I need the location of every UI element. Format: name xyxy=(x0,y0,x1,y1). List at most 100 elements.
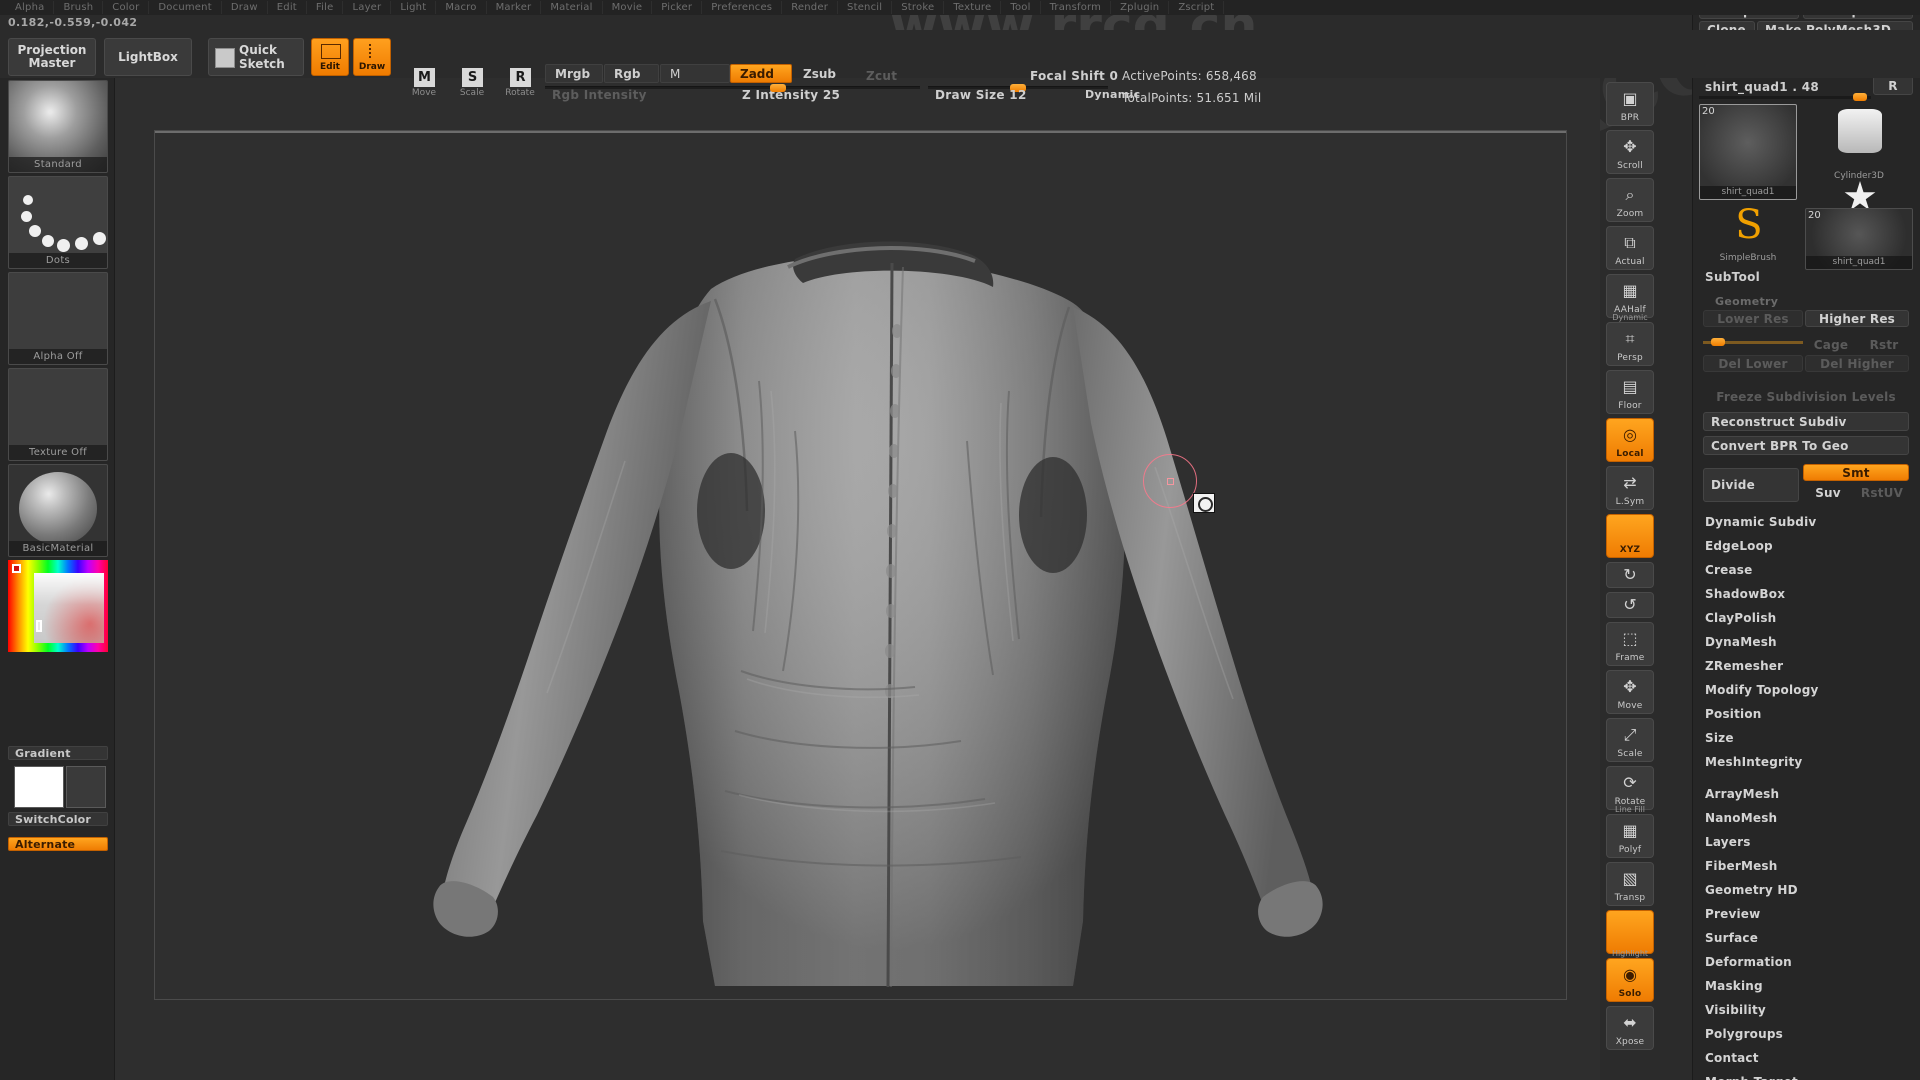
tool-thumb-cylinder3d[interactable]: Cylinder3D xyxy=(1805,104,1913,184)
del-higher-button[interactable]: Del Higher xyxy=(1805,355,1909,372)
shelf-button-icon-10[interactable]: ↻ xyxy=(1606,562,1654,588)
rstuv-button[interactable]: RstUV xyxy=(1855,484,1909,501)
section-polygroups[interactable]: Polygroups xyxy=(1697,1024,1917,1043)
menu-item-zplugin[interactable]: Zplugin xyxy=(1111,1,1170,14)
menu-item-texture[interactable]: Texture xyxy=(944,1,1002,14)
menu-item-brush[interactable]: Brush xyxy=(54,1,104,14)
shelf-button-actual[interactable]: ⧉ Actual xyxy=(1606,226,1654,270)
rstr-button[interactable]: Rstr xyxy=(1859,337,1909,352)
gradient-button[interactable]: Gradient xyxy=(8,746,108,760)
section-modify-topology[interactable]: Modify Topology xyxy=(1697,680,1917,699)
section-nanomesh[interactable]: NanoMesh xyxy=(1697,808,1917,827)
section-arraymesh[interactable]: ArrayMesh xyxy=(1697,784,1917,803)
section-meshintegrity[interactable]: MeshIntegrity xyxy=(1697,752,1917,771)
switch-color-button[interactable]: SwitchColor xyxy=(8,812,108,826)
divide-button[interactable]: Divide xyxy=(1703,468,1799,502)
menu-item-light[interactable]: Light xyxy=(391,1,437,14)
shelf-button-transp[interactable]: ▧ Transp xyxy=(1606,862,1654,906)
sdiv-slider[interactable] xyxy=(1703,338,1803,346)
cage-button[interactable]: Cage xyxy=(1805,337,1857,352)
sdiv-slider-knob[interactable] xyxy=(1711,338,1725,346)
brush-swatch[interactable]: Standard xyxy=(8,80,108,173)
menu-item-layer[interactable]: Layer xyxy=(343,1,392,14)
menu-item-picker[interactable]: Picker xyxy=(652,1,703,14)
scale-icon[interactable]: S xyxy=(462,68,483,87)
freeze-subdivision-button[interactable]: Freeze Subdivision Levels xyxy=(1703,388,1909,405)
menu-item-edit[interactable]: Edit xyxy=(268,1,307,14)
tool-thumb-simplebrush[interactable]: S SimpleBrush xyxy=(1699,204,1797,266)
section-surface[interactable]: Surface xyxy=(1697,928,1917,947)
menu-item-marker[interactable]: Marker xyxy=(487,1,542,14)
tool-r-button[interactable]: R xyxy=(1873,76,1913,95)
shelf-button-icon-18[interactable] xyxy=(1606,910,1654,954)
shelf-button-xpose[interactable]: ⬌ Xpose xyxy=(1606,1006,1654,1050)
shelf-button-persp[interactable]: ⌗ Persp xyxy=(1606,322,1654,366)
tool-slider[interactable] xyxy=(1699,93,1871,101)
menu-item-stroke[interactable]: Stroke xyxy=(892,1,945,14)
quick-sketch-button[interactable]: Quick Sketch xyxy=(208,38,304,76)
mrgb-button[interactable]: Mrgb xyxy=(545,64,603,83)
section-zremesher[interactable]: ZRemesher xyxy=(1697,656,1917,675)
section-visibility[interactable]: Visibility xyxy=(1697,1000,1917,1019)
lightbox-button[interactable]: LightBox xyxy=(104,38,192,76)
section-morph-target[interactable]: Morph Target xyxy=(1697,1072,1917,1080)
menu-item-zscript[interactable]: Zscript xyxy=(1169,1,1225,14)
rgb-button[interactable]: Rgb xyxy=(604,64,659,83)
section-dynamesh[interactable]: DynaMesh xyxy=(1697,632,1917,651)
menu-item-movie[interactable]: Movie xyxy=(603,1,653,14)
shelf-button-scroll[interactable]: ✥ Scroll xyxy=(1606,130,1654,174)
section-geometry-hd[interactable]: Geometry HD xyxy=(1697,880,1917,899)
shelf-button-icon-11[interactable]: ↺ xyxy=(1606,592,1654,618)
material-swatch[interactable]: BasicMaterial xyxy=(8,464,108,557)
zadd-button[interactable]: Zadd xyxy=(730,64,792,83)
rgb-intensity-slider[interactable] xyxy=(545,86,735,89)
menu-item-color[interactable]: Color xyxy=(103,1,150,14)
menu-item-transform[interactable]: Transform xyxy=(1041,1,1112,14)
shelf-button-rotate[interactable]: ⟳ Rotate xyxy=(1606,766,1654,810)
subtool-header[interactable]: SubTool xyxy=(1705,270,1760,284)
menu-item-material[interactable]: Material xyxy=(541,1,603,14)
secondary-color-swatch[interactable] xyxy=(66,766,106,808)
m-button[interactable]: M xyxy=(660,64,730,83)
suv-button[interactable]: Suv xyxy=(1803,484,1853,501)
section-fibermesh[interactable]: FiberMesh xyxy=(1697,856,1917,875)
menu-item-render[interactable]: Render xyxy=(782,1,839,14)
document-canvas[interactable] xyxy=(154,130,1567,1000)
shelf-button-aahalf[interactable]: ▦ AAHalf xyxy=(1606,274,1654,318)
section-size[interactable]: Size xyxy=(1697,728,1917,747)
alternate-button[interactable]: Alternate xyxy=(8,837,108,851)
section-position[interactable]: Position xyxy=(1697,704,1917,723)
shelf-button-polyf[interactable]: ▦ Polyf xyxy=(1606,814,1654,858)
section-deformation[interactable]: Deformation xyxy=(1697,952,1917,971)
texture-swatch[interactable]: Texture Off xyxy=(8,368,108,461)
shelf-button-xyz[interactable]: XYZ xyxy=(1606,514,1654,558)
main-color-swatch[interactable] xyxy=(14,766,64,808)
rotate-icon[interactable]: R xyxy=(510,68,531,87)
shelf-button-bpr[interactable]: ▣ BPR xyxy=(1606,82,1654,126)
section-edgeloop[interactable]: EdgeLoop xyxy=(1697,536,1917,555)
menu-item-tool[interactable]: Tool xyxy=(1001,1,1041,14)
section-preview[interactable]: Preview xyxy=(1697,904,1917,923)
tool-thumb-shirt-quad1-alt[interactable]: 20 shirt_quad1 xyxy=(1805,208,1913,270)
convert-bpr-button[interactable]: Convert BPR To Geo xyxy=(1703,436,1909,455)
section-crease[interactable]: Crease xyxy=(1697,560,1917,579)
menu-item-alpha[interactable]: Alpha xyxy=(6,1,55,14)
shelf-button-local[interactable]: ◎ Local xyxy=(1606,418,1654,462)
section-shadowbox[interactable]: ShadowBox xyxy=(1697,584,1917,603)
shelf-button-scale[interactable]: ⤢ Scale xyxy=(1606,718,1654,762)
smt-button[interactable]: Smt xyxy=(1803,464,1909,481)
z-intensity-slider[interactable] xyxy=(730,84,920,92)
alpha-swatch[interactable]: Alpha Off xyxy=(8,272,108,365)
menu-item-file[interactable]: File xyxy=(307,1,344,14)
section-dynamic-subdiv[interactable]: Dynamic Subdiv xyxy=(1697,512,1917,531)
menu-item-document[interactable]: Document xyxy=(149,1,222,14)
viewport[interactable] xyxy=(115,78,1600,1080)
tool-slider-knob[interactable] xyxy=(1853,93,1867,101)
shelf-button-floor[interactable]: ▤ Floor xyxy=(1606,370,1654,414)
draw-button[interactable]: Draw xyxy=(353,38,391,76)
shelf-button-solo[interactable]: ◉ Solo xyxy=(1606,958,1654,1002)
shelf-button-frame[interactable]: ⬚ Frame xyxy=(1606,622,1654,666)
higher-res-button[interactable]: Higher Res xyxy=(1805,310,1909,327)
section-claypolish[interactable]: ClayPolish xyxy=(1697,608,1917,627)
del-lower-button[interactable]: Del Lower xyxy=(1703,355,1803,372)
